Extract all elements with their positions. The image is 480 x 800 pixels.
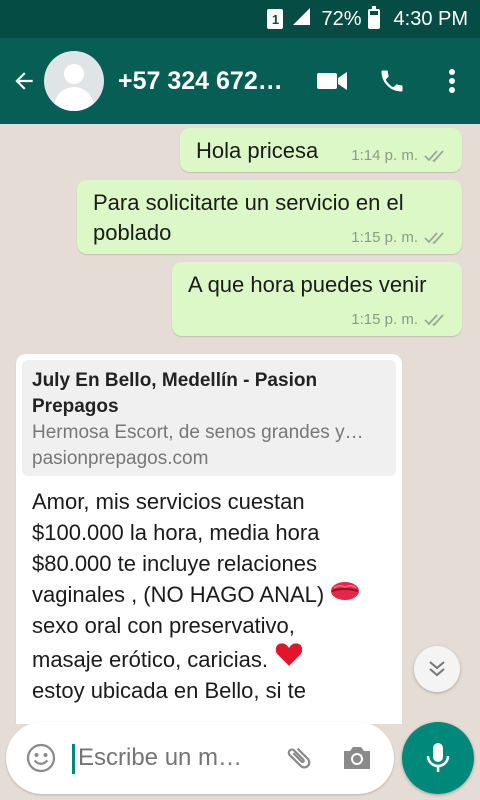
link-preview[interactable]: July En Bello, Medellín - Pasion Prepago… bbox=[22, 360, 396, 476]
contact-name[interactable]: +57 324 672… bbox=[118, 67, 298, 96]
link-preview-title: July En Bello, Medellín - Pasion Prepago… bbox=[32, 370, 318, 417]
double-check-icon bbox=[424, 149, 444, 162]
incoming-message[interactable]: July En Bello, Medellín - Pasion Prepago… bbox=[16, 354, 402, 724]
message-input[interactable] bbox=[72, 738, 262, 778]
message-meta: 1:14 p. m. bbox=[351, 147, 448, 164]
phone-icon[interactable] bbox=[372, 61, 412, 101]
camera-icon[interactable] bbox=[340, 741, 374, 775]
message-meta: 1:15 p. m. bbox=[351, 229, 448, 246]
message-time: 1:14 p. m. bbox=[351, 147, 418, 164]
message-meta: 1:15 p. m. bbox=[351, 311, 448, 328]
message-line: $80.000 te incluye relaciones bbox=[32, 551, 317, 576]
outgoing-message[interactable]: Hola pricesa 1:14 p. m. bbox=[180, 128, 462, 172]
more-vert-icon[interactable] bbox=[432, 61, 472, 101]
video-call-icon[interactable] bbox=[312, 61, 352, 101]
kiss-lips-icon bbox=[331, 582, 360, 600]
emoji-icon[interactable] bbox=[24, 741, 58, 775]
battery-icon bbox=[367, 6, 380, 29]
double-check-icon bbox=[424, 313, 444, 326]
avatar[interactable] bbox=[44, 51, 104, 111]
scroll-to-bottom-button[interactable] bbox=[414, 646, 460, 692]
double-check-icon bbox=[424, 231, 444, 244]
message-line: vaginales , (NO HAGO ANAL) bbox=[32, 582, 325, 607]
chat-header: +57 324 672… bbox=[0, 38, 480, 124]
sim-icon: 1 bbox=[267, 9, 284, 29]
status-bar: 1 72% 4:30 PM bbox=[0, 0, 480, 38]
message-line: Amor, mis servicios cuestan bbox=[32, 489, 305, 514]
outgoing-message[interactable]: Para solicitarte un servicio en el pobla… bbox=[77, 180, 462, 254]
clock: 4:30 PM bbox=[393, 7, 468, 30]
message-line: masaje erótico, caricias. bbox=[32, 647, 268, 672]
message-input-wrapper bbox=[72, 738, 262, 778]
back-arrow-icon[interactable] bbox=[6, 63, 42, 99]
message-time: 1:15 p. m. bbox=[351, 229, 418, 246]
message-line: sexo oral con preservativo, bbox=[32, 613, 295, 638]
chat-area[interactable]: Hola pricesa 1:14 p. m. Para solicitarte… bbox=[0, 124, 480, 724]
message-time: 1:15 p. m. bbox=[351, 311, 418, 328]
message-text: Amor, mis servicios cuestan $100.000 la … bbox=[22, 476, 396, 716]
message-line: estoy ubicada en Bello, si te bbox=[32, 678, 306, 703]
attach-icon[interactable] bbox=[282, 741, 316, 775]
message-text: A que hora puedes venir bbox=[188, 272, 427, 297]
message-line-with-emoji: vaginales , (NO HAGO ANAL) bbox=[32, 579, 386, 610]
mic-icon[interactable] bbox=[402, 722, 474, 794]
composer bbox=[6, 722, 394, 794]
outgoing-message[interactable]: A que hora puedes venir 1:15 p. m. bbox=[172, 262, 462, 336]
message-line: $100.000 la hora, media hora bbox=[32, 520, 320, 545]
message-line-with-emoji: masaje erótico, caricias. bbox=[32, 641, 386, 675]
link-preview-description: Hermosa Escort, de senos grandes y… bbox=[32, 422, 364, 443]
double-chevron-down-icon bbox=[429, 661, 445, 677]
battery-percent: 72% bbox=[321, 7, 362, 30]
signal-icon bbox=[291, 6, 311, 32]
link-preview-domain: pasionprepagos.com bbox=[32, 448, 209, 469]
red-heart-icon bbox=[275, 643, 303, 666]
text-caret bbox=[72, 744, 75, 774]
